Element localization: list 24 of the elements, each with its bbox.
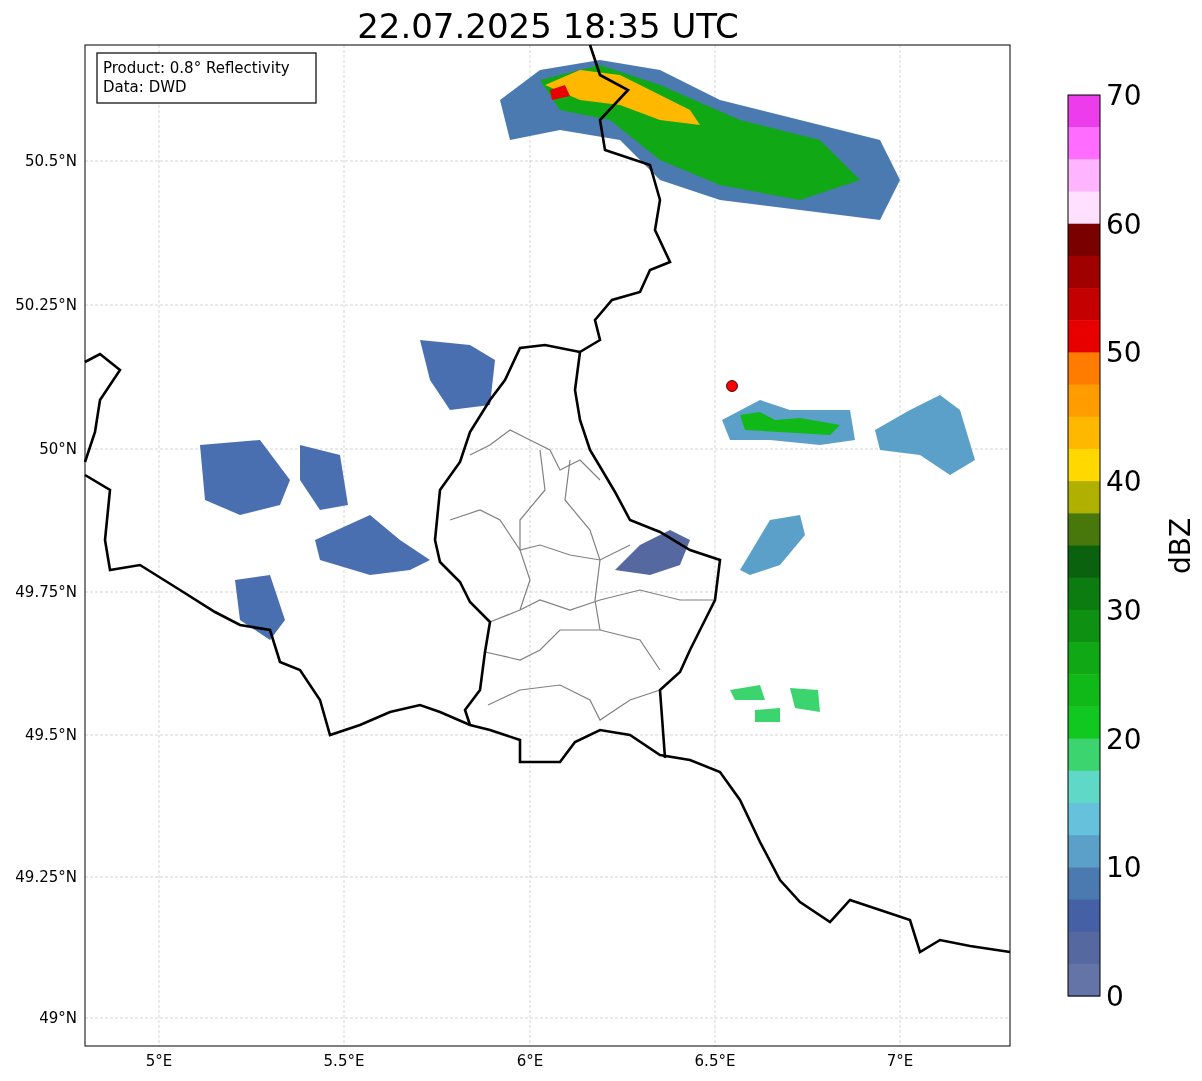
x-tick-label: 6°E <box>516 1052 544 1070</box>
info-text: Product: 0.8° Reflectivity <box>103 59 290 77</box>
colorbar-tick-label: 70 <box>1106 79 1142 112</box>
y-tick-label: 50°N <box>39 440 77 458</box>
colorbar-tick-label: 60 <box>1106 207 1142 241</box>
colorbar-tick-label: 10 <box>1106 851 1142 885</box>
y-tick-label: 49.5°N <box>24 726 77 744</box>
x-tick-label: 5.5°E <box>323 1052 365 1070</box>
x-tick-label: 7°E <box>886 1052 914 1070</box>
x-tick-label: 6.5°E <box>694 1052 736 1070</box>
y-tick-label: 49.75°N <box>15 583 77 601</box>
colorbar-label: dBZ <box>1164 517 1197 575</box>
colorbar-tick-label: 0 <box>1106 980 1124 1013</box>
chart-title: 22.07.2025 18:35 UTC <box>357 6 739 46</box>
y-tick-label: 50.5°N <box>24 152 77 170</box>
colorbar-tick-label: 50 <box>1106 336 1142 370</box>
colorbar-tick-label: 30 <box>1106 593 1142 627</box>
y-tick-label: 49.25°N <box>15 868 77 886</box>
x-tick-label: 5°E <box>145 1052 173 1070</box>
y-tick-label: 49°N <box>39 1009 77 1027</box>
colorbar-tick-label: 20 <box>1106 722 1142 756</box>
colorbar-tick-label: 40 <box>1106 465 1142 499</box>
info-text: Data: DWD <box>103 78 187 96</box>
y-tick-label: 50.25°N <box>15 296 77 314</box>
